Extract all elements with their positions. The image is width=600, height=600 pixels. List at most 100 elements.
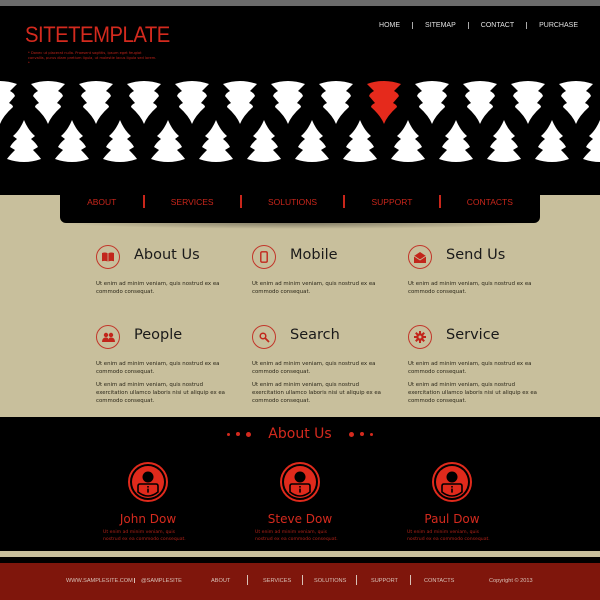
team-member: John Dow Ut enim ad minim veniam, quis n…	[88, 462, 208, 543]
gear-icon[interactable]	[408, 325, 432, 349]
tree-icon	[127, 81, 161, 124]
feature-title: Mobile	[290, 247, 338, 263]
feature-title: People	[134, 327, 183, 343]
footer-nav-solutions[interactable]: SOLUTIONS	[314, 578, 346, 584]
team-member: Paul Dow Ut enim ad minim veniam, quis n…	[392, 462, 512, 543]
top-nav-home[interactable]: HOME	[379, 22, 400, 29]
nav-shadow	[60, 223, 540, 229]
divider	[526, 22, 528, 29]
tree-icon	[0, 81, 17, 124]
feature-text: Ut enim ad minim veniam, quis nostrud ex…	[252, 361, 381, 404]
feature-title: Search	[290, 327, 340, 343]
footer-website-link[interactable]: WWW.SAMPLESITE.COM	[66, 578, 133, 584]
header: SITETEMPLATE * Donec ut placerat nulla. …	[0, 6, 600, 195]
main-nav-support[interactable]: SUPPORT	[371, 197, 412, 207]
divider	[142, 195, 145, 208]
avatar[interactable]	[280, 462, 320, 502]
people-icon[interactable]	[96, 325, 120, 349]
member-text: Ut enim ad minim veniam, quis nostrud ex…	[255, 530, 338, 542]
tree-icon	[247, 120, 281, 162]
tree-icon	[103, 120, 137, 162]
site-logo[interactable]: SITETEMPLATE	[25, 22, 170, 48]
tree-icon	[511, 81, 545, 124]
footer-nav-contacts[interactable]: CONTACTS	[424, 578, 454, 584]
tree-icon	[175, 81, 209, 124]
feature-title: Send Us	[446, 247, 506, 263]
dot-decoration	[348, 431, 354, 437]
tree-icon	[439, 120, 473, 162]
christmas-tree-banner	[0, 81, 600, 162]
about-title: About Us	[268, 426, 332, 442]
tree-icon	[391, 120, 425, 162]
top-nav-purchase[interactable]: PURCHASE	[539, 22, 578, 29]
tree-icon	[7, 120, 41, 162]
member-name: Steve Dow	[267, 512, 333, 526]
feature-title: Service	[446, 327, 500, 343]
tree-icon	[343, 120, 377, 162]
main-nav-contacts[interactable]: CONTACTS	[467, 197, 513, 207]
tree-icon	[415, 81, 449, 124]
top-nav: HOME SITEMAP CONTACT PURCHASE	[379, 22, 578, 29]
divider	[356, 575, 357, 585]
user-icon	[132, 466, 164, 498]
member-text: Ut enim ad minim veniam, quis nostrud ex…	[103, 530, 186, 542]
search-icon[interactable]	[252, 325, 276, 349]
about-heading: About Us	[0, 426, 600, 442]
mail-icon[interactable]	[408, 245, 432, 269]
tree-icon	[487, 120, 521, 162]
divider	[247, 575, 248, 585]
feature-text: Ut enim ad minim veniam, quis nostrud ex…	[96, 281, 220, 295]
book-icon[interactable]	[96, 245, 120, 269]
divider	[410, 575, 411, 585]
dot-decoration	[236, 432, 241, 436]
member-text: Ut enim ad minim veniam, quis nostrud ex…	[407, 530, 490, 542]
divider	[467, 22, 469, 29]
feature-text: Ut enim ad minim veniam, quis nostrud ex…	[408, 361, 537, 404]
tagline: * Donec ut placerat nulla. Praesent sagi…	[28, 51, 157, 65]
tree-icon	[319, 81, 353, 124]
footer-social-link[interactable]: @SAMPLESITE	[141, 578, 182, 584]
divider	[239, 195, 242, 208]
about-section: About Us John Dow Ut enim ad minim venia…	[0, 417, 600, 551]
tree-icon	[79, 81, 113, 124]
dot-decoration	[369, 432, 373, 436]
avatar[interactable]	[432, 462, 472, 502]
top-nav-contact[interactable]: CONTACT	[481, 22, 514, 29]
tree-icon	[31, 81, 65, 124]
tree-icon	[535, 120, 569, 162]
tree-icon	[559, 81, 593, 124]
tree-icon	[295, 120, 329, 162]
footer-nav-about[interactable]: ABOUT	[211, 578, 230, 584]
avatar[interactable]	[128, 462, 168, 502]
dot-decoration	[246, 431, 252, 437]
user-icon	[284, 466, 316, 498]
footer-nav-support[interactable]: SUPPORT	[371, 578, 398, 584]
tree-icon	[583, 120, 600, 162]
tree-icon	[55, 120, 89, 162]
divider	[302, 575, 303, 585]
member-name: John Dow	[119, 512, 177, 526]
footer: WWW.SAMPLESITE.COM @SAMPLESITE ABOUT SER…	[0, 563, 600, 600]
dot-decoration	[227, 432, 231, 436]
top-nav-sitemap[interactable]: SITEMAP	[425, 22, 456, 29]
feature-text: Ut enim ad minim veniam, quis nostrud ex…	[96, 361, 225, 404]
tree-icon	[271, 81, 305, 124]
divider	[412, 22, 414, 29]
user-icon	[436, 466, 468, 498]
main-nav-about[interactable]: ABOUT	[87, 197, 116, 207]
main-nav-solutions[interactable]: SOLUTIONS	[268, 197, 317, 207]
feature-title: About Us	[134, 247, 200, 263]
team-member: Steve Dow Ut enim ad minim veniam, quis …	[240, 462, 360, 543]
main-nav-services[interactable]: SERVICES	[171, 197, 214, 207]
member-name: Paul Dow	[424, 512, 480, 526]
dot-decoration	[359, 432, 364, 436]
copyright: Copyright © 2013	[489, 578, 533, 584]
footer-nav-services[interactable]: SERVICES	[263, 578, 291, 584]
highlighted-tree-icon	[367, 81, 401, 124]
feature-text: Ut enim ad minim veniam, quis nostrud ex…	[252, 281, 376, 295]
tree-icon	[199, 120, 233, 162]
feature-text: Ut enim ad minim veniam, quis nostrud ex…	[408, 281, 532, 295]
divider	[343, 195, 346, 208]
tree-icon	[463, 81, 497, 124]
mobile-icon[interactable]	[252, 245, 276, 269]
